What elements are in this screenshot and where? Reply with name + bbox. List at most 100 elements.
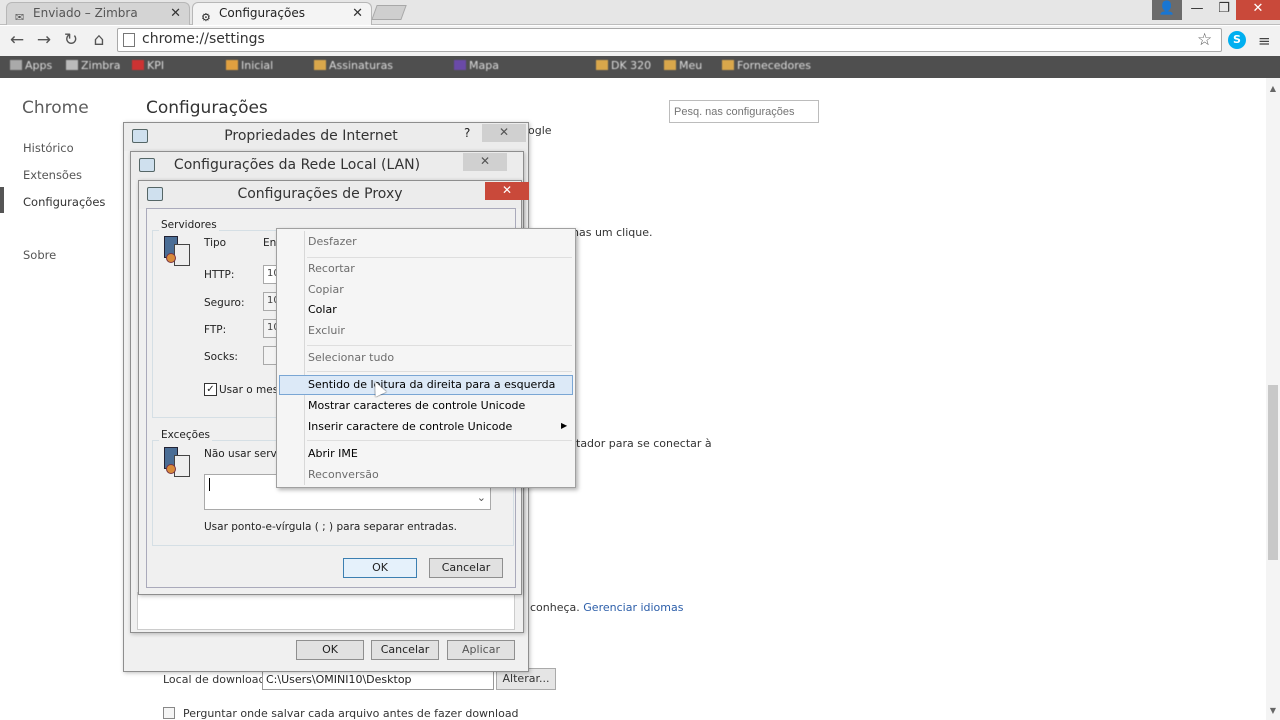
address-bar[interactable]: chrome://settings bbox=[117, 28, 1222, 52]
ask-download-label: Perguntar onde salvar cada arquivo antes… bbox=[183, 707, 519, 720]
close-tab-icon[interactable]: ✕ bbox=[352, 3, 363, 24]
menu-separator bbox=[307, 440, 572, 441]
bg-text-fragment: conheça. Gerenciar idiomas bbox=[530, 601, 684, 614]
menu-item-paste[interactable]: Colar bbox=[308, 303, 337, 316]
page-icon bbox=[123, 33, 135, 47]
bookmark-apps[interactable]: Apps bbox=[10, 59, 52, 72]
bookmark-inicial[interactable]: Inicial bbox=[226, 59, 273, 72]
lan-panel bbox=[137, 592, 515, 630]
menu-item-copy[interactable]: Copiar bbox=[308, 283, 344, 296]
apps-icon bbox=[10, 60, 22, 70]
http-label: HTTP: bbox=[204, 269, 235, 281]
exceptions-label: Não usar servid bbox=[204, 448, 287, 460]
user-icon[interactable]: 👤 bbox=[1152, 0, 1182, 20]
menu-item-rtl-reading[interactable]: Sentido de leitura da direita para a esq… bbox=[308, 378, 555, 391]
bookmark-dk320[interactable]: DK 320 bbox=[596, 59, 651, 72]
sidebar-brand: Chrome bbox=[22, 98, 89, 118]
secure-label: Seguro: bbox=[204, 297, 245, 309]
bookmark-fornecedores[interactable]: Fornecedores bbox=[722, 59, 811, 72]
menu-item-show-unicode[interactable]: Mostrar caracteres de controle Unicode bbox=[308, 399, 525, 412]
gear-icon: ⚙ bbox=[201, 11, 211, 24]
exceptions-icon bbox=[164, 447, 190, 477]
ok-button[interactable]: OK bbox=[296, 640, 364, 660]
download-location-field[interactable]: C:\Users\OMINI10\Desktop bbox=[262, 670, 494, 690]
manage-languages-link[interactable]: Gerenciar idiomas bbox=[583, 601, 683, 614]
back-icon[interactable]: ← bbox=[6, 30, 28, 50]
address-column-label: En bbox=[263, 237, 277, 249]
restore-button[interactable]: ❐ bbox=[1212, 0, 1236, 20]
exceptions-group-label: Exceções bbox=[159, 429, 213, 441]
sidebar-active-indicator bbox=[0, 187, 4, 213]
dialog-close-button[interactable]: ✕ bbox=[485, 182, 529, 200]
dialog-close-button[interactable]: ✕ bbox=[482, 124, 526, 142]
sidebar-item-configuracoes[interactable]: Configurações bbox=[23, 195, 105, 209]
home-icon[interactable]: ⌂ bbox=[88, 30, 110, 50]
proxy-icon bbox=[147, 187, 163, 201]
page-title: Configurações bbox=[146, 98, 268, 118]
menu-item-insert-unicode[interactable]: Inserir caractere de controle Unicode bbox=[308, 420, 512, 433]
bg-text-fragment: nas um clique. bbox=[572, 226, 653, 239]
proxy-cancel-button[interactable]: Cancelar bbox=[429, 558, 503, 578]
sidebar-item-sobre[interactable]: Sobre bbox=[23, 248, 56, 262]
bg-text-fragment: tador para se conectar à bbox=[576, 437, 712, 450]
scrollbar-thumb[interactable] bbox=[1268, 385, 1278, 560]
type-column-label: Tipo bbox=[204, 237, 227, 249]
menu-item-delete[interactable]: Excluir bbox=[308, 324, 345, 337]
tab-zimbra[interactable]: ✉ Enviado – Zimbra ✕ bbox=[6, 2, 190, 25]
skype-icon[interactable]: S bbox=[1228, 31, 1246, 49]
scroll-up-icon[interactable]: ▲ bbox=[1266, 84, 1280, 93]
context-menu: Desfazer Recortar Copiar Colar Excluir S… bbox=[276, 228, 576, 488]
bookmark-meu[interactable]: Meu bbox=[664, 59, 702, 72]
menu-gutter bbox=[304, 231, 305, 485]
ask-download-checkbox[interactable] bbox=[163, 707, 175, 719]
new-tab-button[interactable] bbox=[371, 5, 407, 20]
servers-group-label: Servidores bbox=[159, 219, 219, 231]
exceptions-hint: Usar ponto-e-vírgula ( ; ) para separar … bbox=[204, 521, 458, 533]
help-icon[interactable]: ? bbox=[464, 126, 470, 140]
menu-item-open-ime[interactable]: Abrir IME bbox=[308, 447, 358, 460]
menu-item-cut[interactable]: Recortar bbox=[308, 262, 355, 275]
settings-search-input[interactable] bbox=[669, 100, 819, 123]
tab-strip: ✉ Enviado – Zimbra ✕ ⚙ Configurações ✕ 👤… bbox=[0, 0, 1280, 25]
bookmark-assinaturas[interactable]: Assinaturas bbox=[314, 59, 393, 72]
same-proxy-checkbox[interactable]: ✓ bbox=[204, 383, 217, 396]
menu-item-select-all[interactable]: Selecionar tudo bbox=[308, 351, 394, 364]
zimbra-icon bbox=[66, 60, 78, 70]
reload-icon[interactable]: ↻ bbox=[60, 30, 82, 50]
text-caret bbox=[209, 478, 210, 491]
scroll-down-icon[interactable]: ▼ bbox=[1266, 706, 1280, 715]
tab-label: Enviado – Zimbra bbox=[33, 6, 138, 20]
menu-separator bbox=[307, 345, 572, 346]
bookmark-mapa[interactable]: Mapa bbox=[454, 59, 499, 72]
window-close-button[interactable]: ✕ bbox=[1236, 0, 1280, 20]
kpi-icon bbox=[132, 60, 144, 70]
folder-icon bbox=[664, 60, 676, 70]
menu-separator bbox=[307, 371, 572, 372]
bookmark-kpi[interactable]: KPI bbox=[132, 59, 164, 72]
minimize-button[interactable]: — bbox=[1182, 0, 1212, 20]
sidebar-item-extensoes[interactable]: Extensões bbox=[23, 168, 82, 182]
proxy-ok-button[interactable]: OK bbox=[343, 558, 417, 578]
menu-item-undo[interactable]: Desfazer bbox=[308, 235, 357, 248]
bookmarks-bar: Apps Zimbra KPI Inicial Assinaturas Mapa… bbox=[0, 56, 1280, 78]
tab-settings[interactable]: ⚙ Configurações ✕ bbox=[192, 2, 372, 25]
mail-icon: ✉ bbox=[15, 11, 25, 24]
ftp-label: FTP: bbox=[204, 324, 227, 336]
menu-item-reconversion[interactable]: Reconversão bbox=[308, 468, 379, 481]
apply-button[interactable]: Aplicar bbox=[447, 640, 515, 660]
folder-icon bbox=[596, 60, 608, 70]
page-icon bbox=[226, 60, 238, 70]
bookmark-zimbra[interactable]: Zimbra bbox=[66, 59, 121, 72]
sidebar-item-historico[interactable]: Histórico bbox=[23, 141, 74, 155]
close-tab-icon[interactable]: ✕ bbox=[170, 3, 181, 24]
cancel-button[interactable]: Cancelar bbox=[371, 640, 439, 660]
submenu-arrow-icon: ▶ bbox=[561, 421, 568, 430]
star-icon[interactable]: ☆ bbox=[1197, 30, 1212, 50]
menu-icon[interactable]: ≡ bbox=[1258, 32, 1271, 50]
server-icon bbox=[164, 236, 190, 266]
tab-label: Configurações bbox=[219, 6, 305, 20]
dialog-close-button[interactable]: ✕ bbox=[463, 153, 507, 171]
chevron-down-icon[interactable]: ⌄ bbox=[477, 491, 486, 504]
forward-icon[interactable]: → bbox=[33, 30, 55, 50]
dialog-title: Configurações de Proxy bbox=[139, 181, 521, 209]
